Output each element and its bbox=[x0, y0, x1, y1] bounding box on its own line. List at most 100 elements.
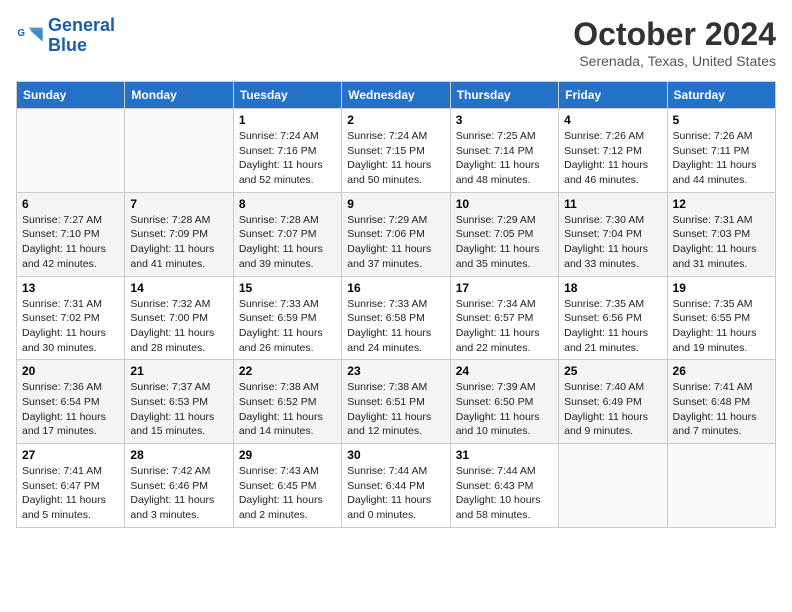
day-detail: Sunrise: 7:33 AM Sunset: 6:58 PM Dayligh… bbox=[347, 297, 444, 356]
day-cell: 25 Sunrise: 7:40 AM Sunset: 6:49 PM Dayli… bbox=[559, 360, 667, 444]
day-number: 6 bbox=[22, 197, 119, 211]
day-detail: Sunrise: 7:32 AM Sunset: 7:00 PM Dayligh… bbox=[130, 297, 227, 356]
header-cell-saturday: Saturday bbox=[667, 82, 775, 109]
day-cell: 21Sunrise: 7:37 AM Sunset: 6:53 PM Dayli… bbox=[125, 360, 233, 444]
day-number: 8 bbox=[239, 197, 336, 211]
day-cell: 20 Sunrise: 7:36 AM Sunset: 6:54 PM Dayli… bbox=[17, 360, 125, 444]
day-number: 2 bbox=[347, 113, 444, 127]
day-detail: Sunrise: 7:26 AM Sunset: 7:12 PM Dayligh… bbox=[564, 129, 661, 188]
day-detail: Sunrise: 7:29 AM Sunset: 7:05 PM Dayligh… bbox=[456, 213, 553, 272]
day-detail: Sunrise: 7:31 AM Sunset: 7:02 PM Dayligh… bbox=[22, 297, 119, 356]
day-detail: Sunrise: 7:40 AM Sunset: 6:49 PM Dayligh… bbox=[564, 380, 661, 439]
calendar-header: SundayMondayTuesdayWednesdayThursdayFrid… bbox=[17, 82, 776, 109]
day-number: 15 bbox=[239, 281, 336, 295]
day-number: 4 bbox=[564, 113, 661, 127]
day-cell: 19Sunrise: 7:35 AM Sunset: 6:55 PM Dayli… bbox=[667, 276, 775, 360]
day-cell: 27Sunrise: 7:41 AM Sunset: 6:47 PM Dayli… bbox=[17, 444, 125, 528]
day-detail: Sunrise: 7:39 AM Sunset: 6:50 PM Dayligh… bbox=[456, 380, 553, 439]
day-number: 3 bbox=[456, 113, 553, 127]
day-cell: 6 Sunrise: 7:27 AM Sunset: 7:10 PM Daylig… bbox=[17, 192, 125, 276]
day-cell: 4 Sunrise: 7:26 AM Sunset: 7:12 PM Daylig… bbox=[559, 109, 667, 193]
day-cell: 28Sunrise: 7:42 AM Sunset: 6:46 PM Dayli… bbox=[125, 444, 233, 528]
day-number: 13 bbox=[22, 281, 119, 295]
day-detail: Sunrise: 7:25 AM Sunset: 7:14 PM Dayligh… bbox=[456, 129, 553, 188]
day-number: 14 bbox=[130, 281, 227, 295]
day-detail: Sunrise: 7:28 AM Sunset: 7:07 PM Dayligh… bbox=[239, 213, 336, 272]
day-cell: 31 Sunrise: 7:44 AM Sunset: 6:43 PM Dayli… bbox=[450, 444, 558, 528]
day-detail: Sunrise: 7:41 AM Sunset: 6:47 PM Dayligh… bbox=[22, 464, 119, 523]
week-row-5: 27Sunrise: 7:41 AM Sunset: 6:47 PM Dayli… bbox=[17, 444, 776, 528]
day-cell: 26Sunrise: 7:41 AM Sunset: 6:48 PM Dayli… bbox=[667, 360, 775, 444]
day-detail: Sunrise: 7:36 AM Sunset: 6:54 PM Dayligh… bbox=[22, 380, 119, 439]
day-number: 7 bbox=[130, 197, 227, 211]
day-cell: 18 Sunrise: 7:35 AM Sunset: 6:56 PM Dayli… bbox=[559, 276, 667, 360]
day-detail: Sunrise: 7:38 AM Sunset: 6:52 PM Dayligh… bbox=[239, 380, 336, 439]
day-number: 17 bbox=[456, 281, 553, 295]
header-cell-friday: Friday bbox=[559, 82, 667, 109]
logo-icon: G bbox=[16, 22, 44, 50]
day-cell: 11 Sunrise: 7:30 AM Sunset: 7:04 PM Dayli… bbox=[559, 192, 667, 276]
calendar-table: SundayMondayTuesdayWednesdayThursdayFrid… bbox=[16, 81, 776, 528]
header-cell-monday: Monday bbox=[125, 82, 233, 109]
day-detail: Sunrise: 7:43 AM Sunset: 6:45 PM Dayligh… bbox=[239, 464, 336, 523]
day-cell: 2 Sunrise: 7:24 AM Sunset: 7:15 PM Daylig… bbox=[342, 109, 450, 193]
day-number: 19 bbox=[673, 281, 770, 295]
day-detail: Sunrise: 7:27 AM Sunset: 7:10 PM Dayligh… bbox=[22, 213, 119, 272]
day-cell bbox=[17, 109, 125, 193]
day-cell: 16Sunrise: 7:33 AM Sunset: 6:58 PM Dayli… bbox=[342, 276, 450, 360]
week-row-3: 13 Sunrise: 7:31 AM Sunset: 7:02 PM Dayli… bbox=[17, 276, 776, 360]
day-number: 20 bbox=[22, 364, 119, 378]
day-detail: Sunrise: 7:44 AM Sunset: 6:43 PM Dayligh… bbox=[456, 464, 553, 523]
day-number: 31 bbox=[456, 448, 553, 462]
day-number: 22 bbox=[239, 364, 336, 378]
header-cell-thursday: Thursday bbox=[450, 82, 558, 109]
week-row-4: 20 Sunrise: 7:36 AM Sunset: 6:54 PM Dayli… bbox=[17, 360, 776, 444]
day-cell: 17 Sunrise: 7:34 AM Sunset: 6:57 PM Dayli… bbox=[450, 276, 558, 360]
logo-text: General Blue bbox=[48, 16, 115, 56]
day-number: 25 bbox=[564, 364, 661, 378]
day-cell: 30Sunrise: 7:44 AM Sunset: 6:44 PM Dayli… bbox=[342, 444, 450, 528]
day-number: 23 bbox=[347, 364, 444, 378]
calendar-title: October 2024 bbox=[573, 16, 776, 53]
day-cell: 13 Sunrise: 7:31 AM Sunset: 7:02 PM Dayli… bbox=[17, 276, 125, 360]
title-block: October 2024 Serenada, Texas, United Sta… bbox=[573, 16, 776, 69]
day-number: 12 bbox=[673, 197, 770, 211]
day-detail: Sunrise: 7:30 AM Sunset: 7:04 PM Dayligh… bbox=[564, 213, 661, 272]
page-header: G General Blue October 2024 Serenada, Te… bbox=[16, 16, 776, 69]
day-number: 29 bbox=[239, 448, 336, 462]
week-row-1: 1 Sunrise: 7:24 AM Sunset: 7:16 PM Daylig… bbox=[17, 109, 776, 193]
header-cell-tuesday: Tuesday bbox=[233, 82, 341, 109]
calendar-subtitle: Serenada, Texas, United States bbox=[573, 53, 776, 69]
day-number: 1 bbox=[239, 113, 336, 127]
header-cell-wednesday: Wednesday bbox=[342, 82, 450, 109]
day-number: 9 bbox=[347, 197, 444, 211]
day-cell: 24 Sunrise: 7:39 AM Sunset: 6:50 PM Dayli… bbox=[450, 360, 558, 444]
day-cell: 22 Sunrise: 7:38 AM Sunset: 6:52 PM Dayli… bbox=[233, 360, 341, 444]
day-number: 11 bbox=[564, 197, 661, 211]
day-detail: Sunrise: 7:31 AM Sunset: 7:03 PM Dayligh… bbox=[673, 213, 770, 272]
week-row-2: 6 Sunrise: 7:27 AM Sunset: 7:10 PM Daylig… bbox=[17, 192, 776, 276]
day-detail: Sunrise: 7:44 AM Sunset: 6:44 PM Dayligh… bbox=[347, 464, 444, 523]
day-detail: Sunrise: 7:35 AM Sunset: 6:56 PM Dayligh… bbox=[564, 297, 661, 356]
day-detail: Sunrise: 7:38 AM Sunset: 6:51 PM Dayligh… bbox=[347, 380, 444, 439]
calendar-body: 1 Sunrise: 7:24 AM Sunset: 7:16 PM Daylig… bbox=[17, 109, 776, 528]
day-cell: 29 Sunrise: 7:43 AM Sunset: 6:45 PM Dayli… bbox=[233, 444, 341, 528]
day-detail: Sunrise: 7:42 AM Sunset: 6:46 PM Dayligh… bbox=[130, 464, 227, 523]
day-number: 5 bbox=[673, 113, 770, 127]
day-cell: 10Sunrise: 7:29 AM Sunset: 7:05 PM Dayli… bbox=[450, 192, 558, 276]
day-cell bbox=[125, 109, 233, 193]
day-cell: 3 Sunrise: 7:25 AM Sunset: 7:14 PM Daylig… bbox=[450, 109, 558, 193]
day-number: 24 bbox=[456, 364, 553, 378]
day-detail: Sunrise: 7:24 AM Sunset: 7:16 PM Dayligh… bbox=[239, 129, 336, 188]
day-detail: Sunrise: 7:24 AM Sunset: 7:15 PM Dayligh… bbox=[347, 129, 444, 188]
day-cell bbox=[667, 444, 775, 528]
day-number: 18 bbox=[564, 281, 661, 295]
logo: G General Blue bbox=[16, 16, 115, 56]
day-cell: 9Sunrise: 7:29 AM Sunset: 7:06 PM Daylig… bbox=[342, 192, 450, 276]
day-number: 21 bbox=[130, 364, 227, 378]
day-detail: Sunrise: 7:34 AM Sunset: 6:57 PM Dayligh… bbox=[456, 297, 553, 356]
header-cell-sunday: Sunday bbox=[17, 82, 125, 109]
day-detail: Sunrise: 7:26 AM Sunset: 7:11 PM Dayligh… bbox=[673, 129, 770, 188]
day-number: 26 bbox=[673, 364, 770, 378]
day-cell bbox=[559, 444, 667, 528]
